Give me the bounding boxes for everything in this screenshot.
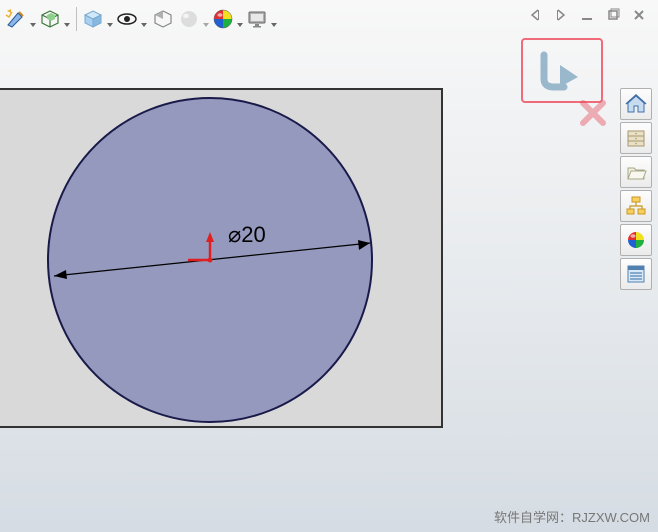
appearance-button[interactable] bbox=[211, 5, 245, 33]
eye-display-icon bbox=[115, 7, 139, 31]
chevron-down-icon bbox=[271, 23, 277, 27]
cancel-sketch-icon[interactable] bbox=[578, 98, 608, 133]
toolbar-separator bbox=[76, 7, 77, 31]
rebuild-icon bbox=[4, 7, 28, 31]
org-chart-icon bbox=[625, 195, 647, 217]
drawers-icon bbox=[625, 127, 647, 149]
isometric-view-icon bbox=[38, 7, 62, 31]
cube-view-button[interactable] bbox=[81, 5, 115, 33]
cube-view-icon bbox=[81, 7, 105, 31]
design-library-button[interactable] bbox=[620, 122, 652, 154]
sketch-svg: ⌀20 bbox=[0, 90, 443, 430]
exit-sketch-highlight bbox=[521, 38, 603, 103]
file-explorer-button[interactable] bbox=[620, 156, 652, 188]
appearance-icon bbox=[211, 7, 235, 31]
monitor-button[interactable] bbox=[245, 5, 279, 33]
right-sidebar bbox=[620, 88, 652, 290]
sketch-canvas[interactable]: ⌀20 bbox=[0, 88, 443, 428]
open-folder-icon bbox=[625, 161, 647, 183]
list-panel-icon bbox=[625, 263, 647, 285]
diameter-label: ⌀20 bbox=[228, 222, 266, 247]
window-controls bbox=[528, 8, 646, 22]
chevron-down-icon bbox=[237, 23, 243, 27]
chevron-down-icon bbox=[107, 23, 113, 27]
home-button[interactable] bbox=[620, 88, 652, 120]
restore-button[interactable] bbox=[606, 8, 620, 22]
appearances-button[interactable] bbox=[620, 224, 652, 256]
monitor-icon bbox=[245, 7, 269, 31]
close-button[interactable] bbox=[632, 8, 646, 22]
next-window-button[interactable] bbox=[554, 8, 568, 22]
watermark-text: 软件自学网：RJZXW.COM bbox=[494, 507, 650, 526]
custom-properties-button[interactable] bbox=[620, 258, 652, 290]
exit-sketch-icon[interactable] bbox=[532, 45, 592, 97]
color-ball-icon bbox=[625, 229, 647, 251]
minimize-button[interactable] bbox=[580, 8, 594, 22]
view-palette-button[interactable] bbox=[620, 190, 652, 222]
rebuild-button[interactable] bbox=[4, 5, 38, 33]
section-view-icon bbox=[151, 7, 175, 31]
prev-window-button[interactable] bbox=[528, 8, 542, 22]
chevron-down-icon bbox=[64, 23, 70, 27]
isometric-view-button[interactable] bbox=[38, 5, 72, 33]
chevron-down-icon bbox=[141, 23, 147, 27]
sphere-icon bbox=[177, 7, 201, 31]
home-icon bbox=[625, 93, 647, 115]
chevron-down-icon bbox=[30, 23, 36, 27]
chevron-down-icon bbox=[203, 23, 209, 27]
eye-display-button[interactable] bbox=[115, 5, 149, 33]
sphere-button[interactable] bbox=[177, 5, 211, 33]
section-view-button[interactable] bbox=[149, 5, 177, 33]
